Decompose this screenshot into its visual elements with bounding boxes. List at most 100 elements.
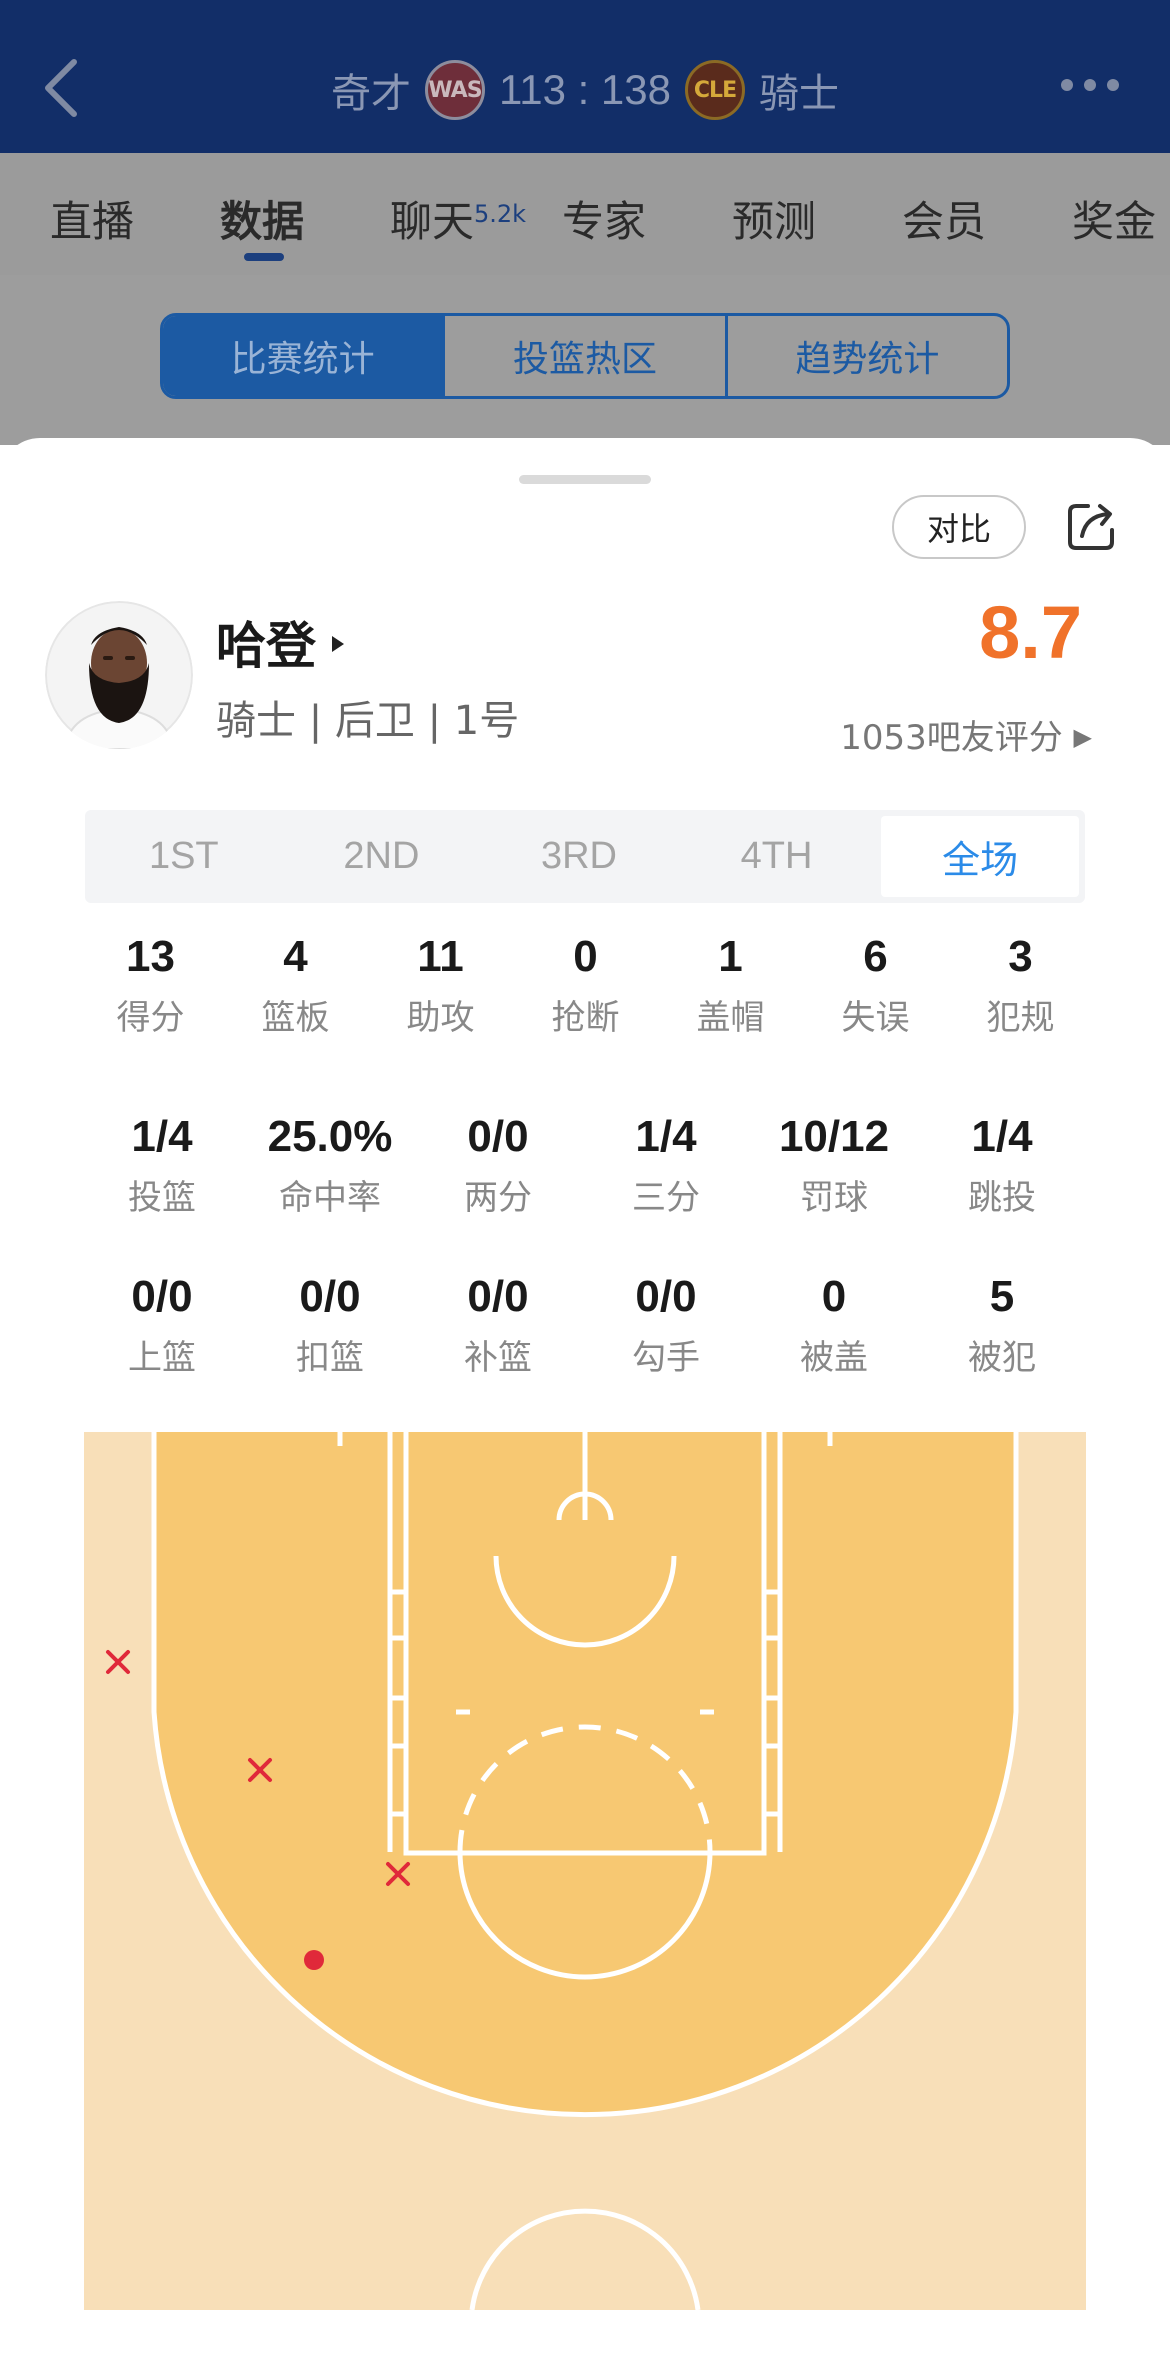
stat-value: 0/0 (635, 1272, 697, 1321)
stat-assists: 11 助攻 (368, 932, 513, 1039)
active-tab-indicator (244, 253, 284, 261)
nav-tabs: 直播 数据 聊天5.2k 专家 预测 会员 奖金 (0, 153, 1170, 275)
player-avatar (45, 601, 193, 749)
stat-value: 6 (863, 932, 888, 981)
share-icon[interactable] (1064, 498, 1120, 554)
tab-quarter-3[interactable]: 3RD (480, 810, 678, 903)
stat-label: 投篮 (128, 1178, 196, 1218)
segment-match-stats[interactable]: 比赛统计 (163, 316, 446, 396)
shot-chart-court (84, 1432, 1086, 2310)
stat-label: 命中率 (279, 1178, 381, 1218)
more-icon[interactable] (1060, 78, 1120, 92)
stat-tipin: 0/0 补篮 (414, 1272, 582, 1379)
stat-value: 1/4 (635, 1112, 697, 1161)
tab-chat[interactable]: 聊天5.2k (390, 188, 526, 249)
stat-steals: 0 抢断 (513, 932, 658, 1039)
stat-value: 0 (821, 1272, 847, 1321)
tab-chat-label: 聊天 (390, 197, 475, 246)
stat-2pt: 0/0 两分 (414, 1112, 582, 1219)
tab-data[interactable]: 数据 (220, 188, 304, 249)
stat-value: 0/0 (467, 1112, 529, 1161)
rating-count-text: 1053吧友评分 (840, 718, 1063, 758)
stat-label: 勾手 (632, 1338, 700, 1378)
home-team-logo: CLE (685, 60, 746, 120)
chat-count-badge: 5.2k (474, 200, 527, 228)
stat-value: 3 (1008, 932, 1033, 981)
stat-value: 1/4 (131, 1112, 193, 1161)
stat-value: 0/0 (131, 1272, 193, 1321)
stat-label: 跳投 (968, 1178, 1036, 1218)
stat-label: 补篮 (464, 1338, 532, 1378)
top-bar: 奇才 WAS 113 : 138 CLE 骑士 (0, 0, 1170, 153)
stat-value: 0/0 (467, 1272, 529, 1321)
tab-full-game[interactable]: 全场 (881, 816, 1079, 897)
stat-label: 得分 (116, 998, 185, 1038)
stat-value: 13 (126, 932, 175, 981)
stat-label: 篮板 (261, 998, 330, 1038)
stats-row-shot-types: 0/0 上篮 0/0 扣篮 0/0 补篮 0/0 勾手 0 被盖 5 被犯 (0, 1272, 1086, 1379)
match-score: 113 : 138 (498, 66, 672, 113)
stats-row-basic: 13 得分 4 篮板 11 助攻 0 抢断 1 盖帽 6 失误 3 犯规 (0, 932, 1093, 1039)
rating-count-link[interactable]: 1053吧友评分 ▶ (840, 710, 1092, 759)
sheet-drag-handle[interactable] (519, 475, 651, 484)
stats-segmented-control: 比赛统计 投篮热区 趋势统计 (160, 313, 1010, 399)
stat-value: 0 (573, 932, 598, 981)
stat-label: 失误 (841, 998, 910, 1038)
stat-points: 13 得分 (78, 932, 223, 1039)
sub-area: 比赛统计 投篮热区 趋势统计 (0, 275, 1170, 445)
player-info: 骑士 | 后卫 | 1号 (216, 698, 520, 744)
stat-value: 1/4 (971, 1112, 1033, 1161)
stat-hook: 0/0 勾手 (582, 1272, 750, 1379)
stat-3pt: 1/4 三分 (582, 1112, 750, 1219)
tab-quarter-1[interactable]: 1ST (85, 810, 283, 903)
stat-value: 1 (718, 932, 743, 981)
stat-label: 两分 (464, 1178, 532, 1218)
compare-button[interactable]: 对比 (892, 495, 1026, 559)
stat-label: 三分 (632, 1178, 700, 1218)
stat-label: 抢断 (551, 998, 620, 1038)
shot-make-marker (304, 1950, 324, 1970)
stat-label: 犯规 (986, 998, 1055, 1038)
home-team-name: 骑士 (759, 71, 840, 117)
stat-fouled: 5 被犯 (918, 1272, 1086, 1379)
stat-label: 被犯 (968, 1338, 1036, 1378)
segment-trend-stats[interactable]: 趋势统计 (728, 316, 1007, 396)
stat-jumpshot: 1/4 跳投 (918, 1112, 1086, 1219)
stat-value: 0/0 (299, 1272, 361, 1321)
stat-label: 助攻 (406, 998, 475, 1038)
stat-value: 10/12 (778, 1112, 890, 1161)
stats-row-shooting: 1/4 投篮 25.0% 命中率 0/0 两分 1/4 三分 10/12 罚球 1/4 跳投 (0, 1112, 1086, 1219)
player-name[interactable]: 哈登 (216, 606, 316, 678)
stat-label: 扣篮 (296, 1338, 364, 1378)
stat-value: 11 (417, 932, 464, 981)
tab-bonus[interactable]: 奖金 (1072, 188, 1156, 249)
stat-ft: 10/12 罚球 (750, 1112, 918, 1219)
tab-predict[interactable]: 预测 (732, 188, 816, 249)
away-team-logo: WAS (424, 60, 485, 120)
player-rating: 8.7 (979, 591, 1082, 674)
segment-shot-zones[interactable]: 投篮热区 (445, 316, 728, 396)
stat-label: 上篮 (128, 1338, 196, 1378)
stat-value: 4 (283, 932, 308, 981)
quarter-tabs: 1ST 2ND 3RD 4TH 全场 (85, 810, 1085, 903)
stat-label: 被盖 (800, 1338, 868, 1378)
stat-layup: 0/0 上篮 (78, 1272, 246, 1379)
tab-live[interactable]: 直播 (50, 188, 134, 249)
tab-quarter-2[interactable]: 2ND (283, 810, 481, 903)
tab-member[interactable]: 会员 (902, 188, 986, 249)
stat-fg: 1/4 投篮 (78, 1112, 246, 1219)
stat-value: 5 (989, 1272, 1015, 1321)
match-header: 奇才 WAS 113 : 138 CLE 骑士 (0, 55, 1170, 125)
stat-value: 25.0% (267, 1112, 393, 1161)
stat-turnovers: 6 失误 (803, 932, 948, 1039)
player-name-arrow-icon (332, 636, 344, 652)
stat-fg-pct: 25.0% 命中率 (246, 1112, 414, 1219)
tab-quarter-4[interactable]: 4TH (678, 810, 876, 903)
stat-rebounds: 4 篮板 (223, 932, 368, 1039)
stat-fouls: 3 犯规 (948, 932, 1093, 1039)
stat-dunk: 0/0 扣篮 (246, 1272, 414, 1379)
tab-expert[interactable]: 专家 (562, 188, 646, 249)
away-team-name: 奇才 (330, 71, 411, 117)
rating-arrow-icon: ▶ (1073, 723, 1092, 751)
stat-label: 罚球 (800, 1178, 868, 1218)
